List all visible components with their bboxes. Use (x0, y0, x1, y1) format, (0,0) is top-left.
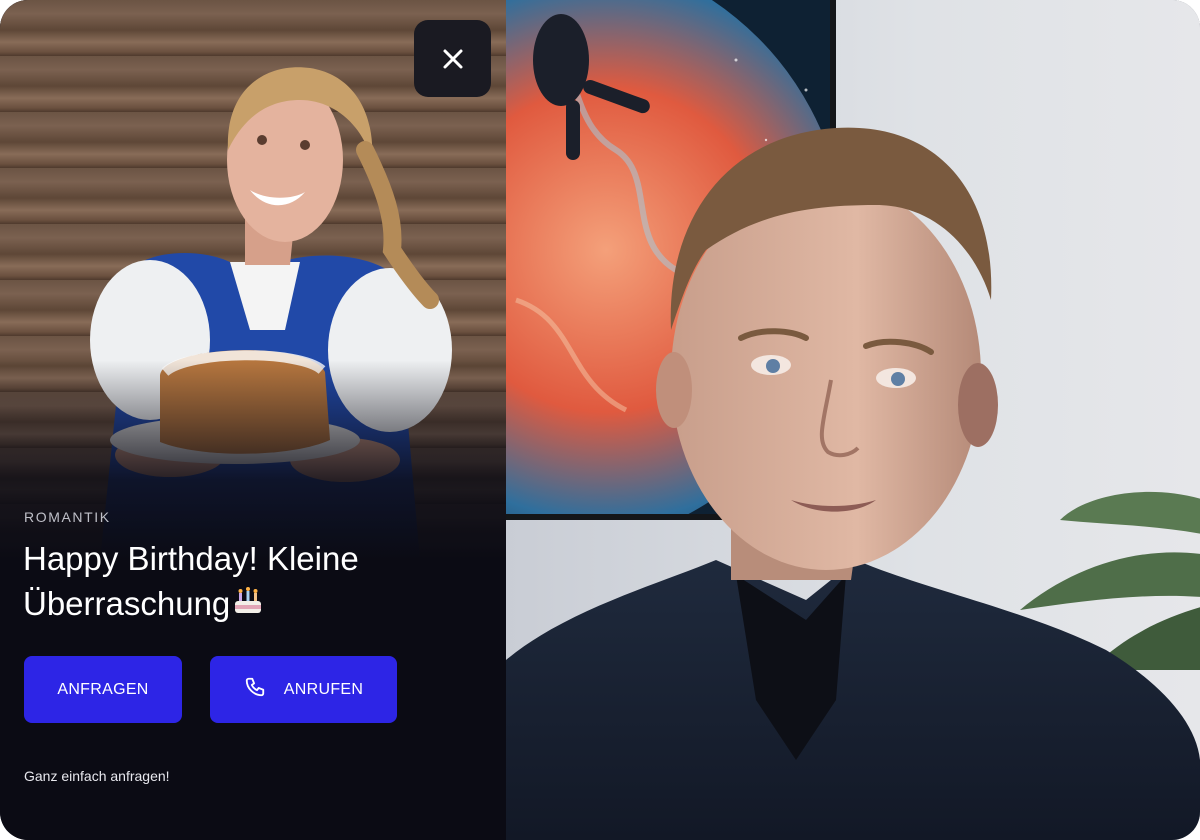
request-button[interactable]: ANFRAGEN (24, 656, 182, 723)
close-button[interactable] (414, 20, 491, 97)
call-button[interactable]: ANRUFEN (210, 656, 397, 723)
app-frame: ROMANTIK Happy Birthday! Kleine Überrasc… (0, 0, 1200, 840)
offer-category: ROMANTIK (24, 509, 111, 525)
offer-title: Happy Birthday! Kleine Überraschung (23, 536, 493, 626)
phone-icon (244, 676, 266, 703)
photo-gradient-overlay (0, 360, 506, 560)
offer-title-text: Happy Birthday! Kleine Überraschung (23, 540, 359, 622)
request-hint: Ganz einfach anfragen! (24, 768, 170, 784)
close-icon (442, 48, 464, 70)
request-button-label: ANFRAGEN (57, 680, 149, 698)
cake-emoji-icon (232, 583, 264, 615)
offer-card: ROMANTIK Happy Birthday! Kleine Überrasc… (0, 0, 506, 840)
presenter-video (506, 0, 1200, 840)
call-button-label: ANRUFEN (283, 680, 364, 698)
video-feed (506, 0, 1200, 840)
